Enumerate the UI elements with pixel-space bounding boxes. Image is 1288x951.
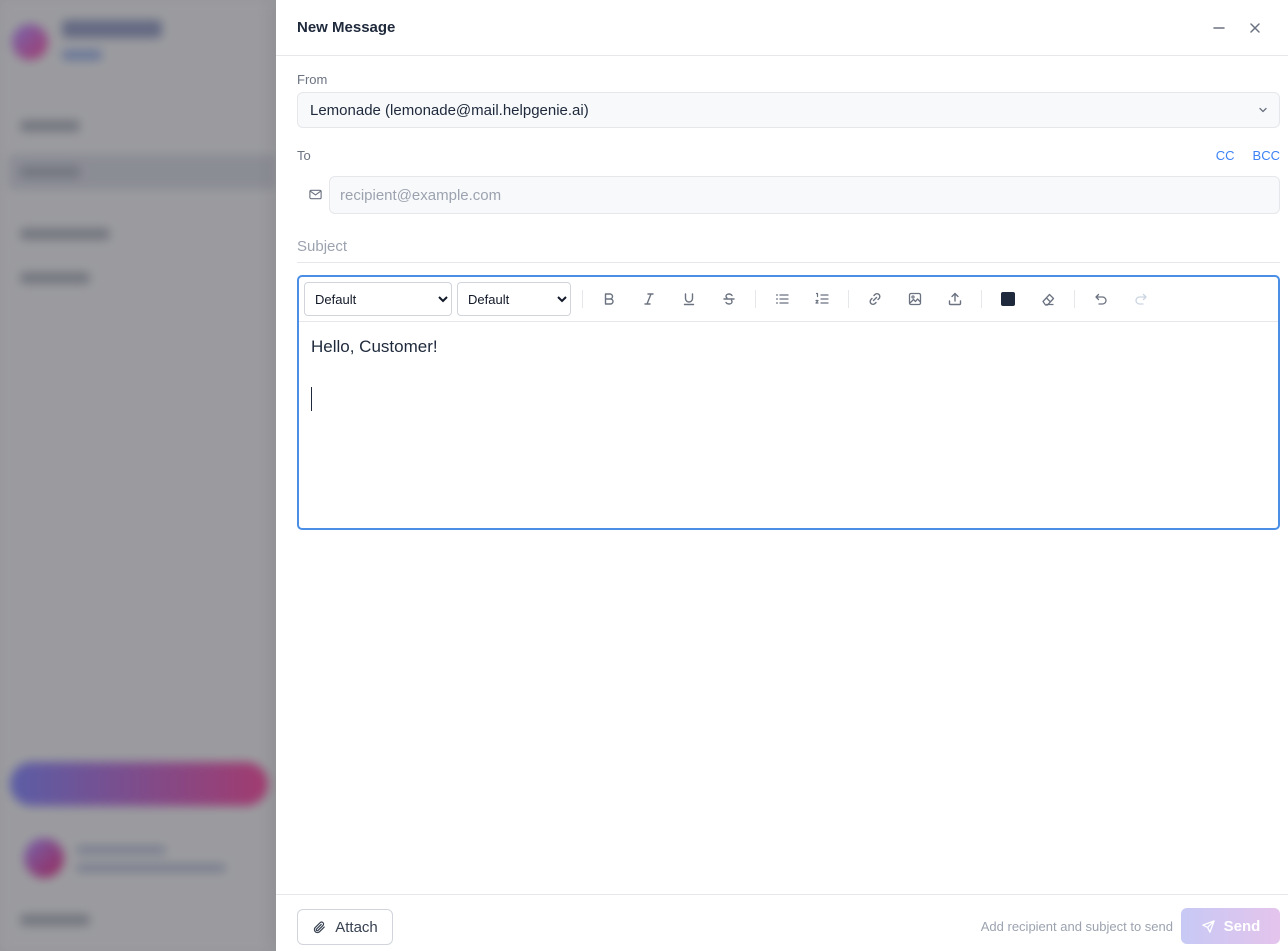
bcc-link[interactable]: BCC bbox=[1253, 148, 1280, 163]
toolbar-divider bbox=[582, 290, 583, 308]
redo-button[interactable] bbox=[1124, 284, 1158, 314]
recipient-input[interactable] bbox=[329, 176, 1280, 214]
font-size-select[interactable]: Default bbox=[457, 282, 571, 316]
send-button-label: Send bbox=[1223, 917, 1261, 935]
toolbar-divider bbox=[1074, 290, 1075, 308]
from-select-value: Lemonade (lemonade@mail.helpgenie.ai) bbox=[310, 101, 589, 119]
italic-icon bbox=[644, 293, 654, 305]
chevron-down-icon bbox=[1259, 107, 1267, 113]
eraser-icon bbox=[1042, 293, 1055, 306]
editor-content[interactable]: Hello, Customer! bbox=[299, 322, 1278, 425]
undo-icon bbox=[1095, 293, 1107, 305]
text-color-swatch bbox=[1001, 292, 1015, 306]
compose-header: New Message bbox=[276, 0, 1288, 56]
numbered-list-button[interactable] bbox=[805, 284, 839, 314]
send-hint-text: Add recipient and subject to send bbox=[980, 919, 1173, 934]
bullet-list-icon bbox=[776, 294, 789, 304]
font-family-select[interactable]: Default bbox=[304, 282, 452, 316]
minimize-icon bbox=[1213, 26, 1225, 29]
link-button[interactable] bbox=[858, 284, 892, 314]
attach-button[interactable]: Attach bbox=[297, 909, 393, 945]
text-caret bbox=[311, 387, 312, 411]
attach-button-label: Attach bbox=[335, 918, 378, 936]
numbered-list-icon bbox=[815, 292, 829, 304]
paperclip-icon bbox=[314, 921, 326, 933]
redo-icon bbox=[1135, 293, 1147, 305]
close-icon bbox=[1250, 22, 1260, 33]
undo-button[interactable] bbox=[1084, 284, 1118, 314]
strikethrough-icon bbox=[723, 293, 735, 305]
underline-button[interactable] bbox=[672, 284, 706, 314]
compose-title: New Message bbox=[297, 19, 396, 36]
editor-toolbar: Default Default bbox=[299, 277, 1278, 322]
strikethrough-button[interactable] bbox=[712, 284, 746, 314]
bullet-list-button[interactable] bbox=[765, 284, 799, 314]
link-icon bbox=[869, 292, 881, 306]
toolbar-divider bbox=[755, 290, 756, 308]
mail-icon bbox=[309, 189, 322, 200]
clear-formatting-button[interactable] bbox=[1031, 284, 1065, 314]
from-label: From bbox=[297, 72, 328, 87]
upload-icon bbox=[948, 292, 962, 306]
compose-footer: Attach Add recipient and subject to send… bbox=[276, 894, 1288, 951]
cc-link[interactable]: CC bbox=[1216, 148, 1235, 163]
from-select[interactable]: Lemonade (lemonade@mail.helpgenie.ai) bbox=[297, 92, 1280, 128]
insert-image-button[interactable] bbox=[898, 284, 932, 314]
message-editor: Default Default Hello, Customer! bbox=[297, 275, 1280, 530]
italic-button[interactable] bbox=[632, 284, 666, 314]
toolbar-divider bbox=[848, 290, 849, 308]
bold-icon bbox=[604, 293, 614, 305]
underline-icon bbox=[683, 293, 695, 306]
close-button[interactable] bbox=[1243, 16, 1267, 40]
bold-button[interactable] bbox=[592, 284, 626, 314]
upload-button[interactable] bbox=[938, 284, 972, 314]
text-color-button[interactable] bbox=[991, 284, 1025, 314]
toolbar-divider bbox=[981, 290, 982, 308]
minimize-button[interactable] bbox=[1207, 16, 1231, 40]
send-button[interactable]: Send bbox=[1181, 908, 1280, 944]
cc-bcc-links: CC BCC bbox=[1216, 148, 1280, 163]
subject-input[interactable] bbox=[297, 230, 1280, 263]
to-label: To bbox=[297, 148, 311, 163]
compose-panel: New Message From Lemonade (lemonade@mail… bbox=[276, 0, 1288, 951]
image-icon bbox=[908, 292, 922, 306]
editor-body-line: Hello, Customer! bbox=[311, 337, 438, 356]
send-icon bbox=[1201, 919, 1215, 933]
